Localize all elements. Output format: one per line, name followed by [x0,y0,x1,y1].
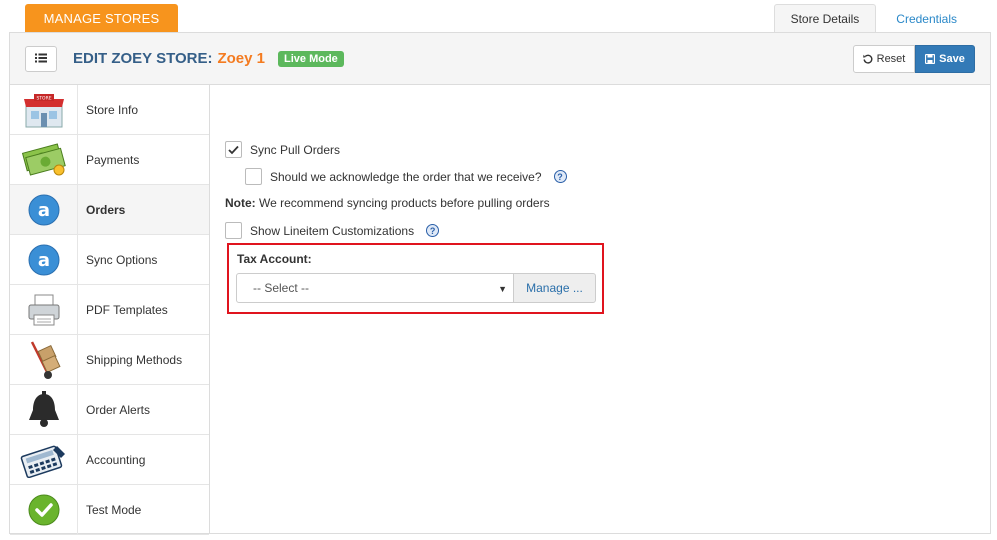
lineitem-customizations-row: Show Lineitem Customizations ? [225,222,440,239]
title-prefix: EDIT ZOEY STORE: [73,50,213,67]
floppy-disk-icon [925,54,936,64]
sidebar-item-label: PDF Templates [86,302,168,317]
store-name: Zoey 1 [217,50,265,67]
save-label: Save [939,53,965,65]
tax-account-label: Tax Account: [237,252,312,266]
note-text: We recommend syncing products before pul… [255,196,550,210]
caret-down-icon: ▼ [498,284,507,294]
sync-pull-orders-row: Sync Pull Orders [225,141,340,158]
sidebar-item-label: Shipping Methods [86,352,183,367]
printer-icon [10,284,78,335]
manage-button[interactable]: Manage ... [513,273,596,303]
sidebar-item-payments[interactable]: Payments [10,134,209,185]
sidebar-item-sync-options[interactable]: a Sync Options [10,234,209,285]
detail-tabs: Store Details Credentials [773,4,989,33]
sidebar-item-label: Accounting [86,452,146,467]
undo-icon [862,54,873,64]
live-mode-badge: Live Mode [278,50,344,67]
sidebar-item-store-info[interactable]: STORE Store Info [10,84,209,135]
save-button[interactable]: Save [915,45,975,73]
help-icon[interactable]: ? [426,224,440,237]
svg-text:a: a [37,200,49,221]
help-icon[interactable]: ? [553,170,567,183]
tab-credentials[interactable]: Credentials [876,4,989,33]
sidebar-item-label: Payments [86,152,140,167]
sidebar-item-label: Orders [86,202,126,217]
acknowledge-order-label: Should we acknowledge the order that we … [270,169,542,184]
tax-account-select-value: -- Select -- [253,281,310,295]
sidebar-item-label: Order Alerts [86,402,151,417]
reset-label: Reset [876,53,906,65]
tab-store-details[interactable]: Store Details [773,4,877,33]
list-icon [35,52,47,66]
sidebar-item-orders[interactable]: a Orders [10,184,209,235]
zoey-a-icon: a [10,184,78,235]
panel-header: EDIT ZOEY STORE: Zoey 1 Live Mode Reset [10,33,990,85]
menu-toggle-button[interactable] [25,46,57,72]
orders-settings: Sync Pull Orders Should we acknowledge t… [225,85,985,525]
money-icon [10,134,78,185]
note-row: Note: We recommend syncing products befo… [225,196,550,210]
bell-icon [10,384,78,435]
page-title: EDIT ZOEY STORE: Zoey 1 Live Mode [73,50,344,67]
check-circle-icon [10,484,78,535]
manage-stores-tab[interactable]: MANAGE STORES [25,4,178,32]
settings-sidebar: STORE Store Info Payments a Orders a Syn… [10,84,210,535]
zoey-a-icon: a [10,234,78,285]
sidebar-item-label: Store Info [86,102,139,117]
sync-pull-orders-checkbox[interactable] [225,141,242,158]
sidebar-item-label: Sync Options [86,252,158,267]
sidebar-item-shipping-methods[interactable]: Shipping Methods [10,334,209,385]
svg-text:STORE: STORE [36,95,51,101]
tax-account-select[interactable]: -- Select -- ▼ [236,273,514,303]
sidebar-item-pdf-templates[interactable]: PDF Templates [10,284,209,335]
svg-text:a: a [37,250,49,271]
sidebar-item-order-alerts[interactable]: Order Alerts [10,384,209,435]
calculator-icon [10,434,78,485]
reset-button[interactable]: Reset [853,45,915,73]
acknowledge-order-row: Should we acknowledge the order that we … [245,168,567,185]
sidebar-item-label: Test Mode [86,502,142,517]
sync-pull-orders-label: Sync Pull Orders [250,142,341,157]
sidebar-item-test-mode[interactable]: Test Mode [10,484,209,535]
acknowledge-order-checkbox[interactable] [245,168,262,185]
checkmark-icon [228,145,239,154]
tax-account-highlight: Tax Account: -- Select -- ▼ Manage ... [227,243,604,314]
lineitem-customizations-checkbox[interactable] [225,222,242,239]
store-icon: STORE [10,84,78,135]
note-label: Note: [225,196,256,210]
lineitem-customizations-label: Show Lineitem Customizations [250,223,415,238]
sidebar-item-accounting[interactable]: Accounting [10,434,209,485]
hand-truck-icon [10,334,78,385]
store-panel: EDIT ZOEY STORE: Zoey 1 Live Mode Reset [9,32,991,535]
